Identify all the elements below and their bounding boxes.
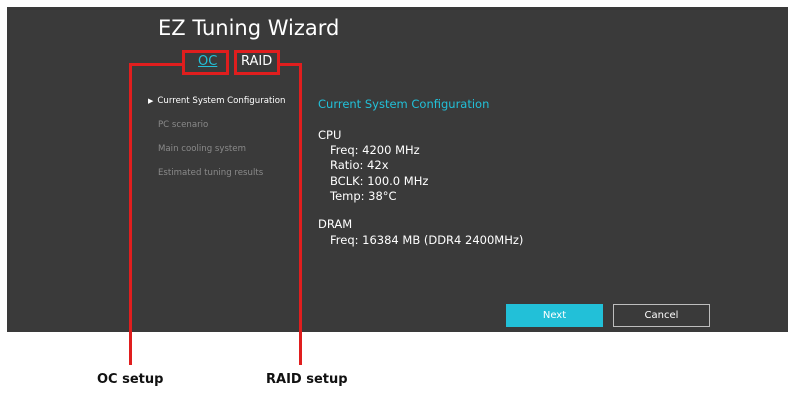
wizard-title: EZ Tuning Wizard — [158, 16, 340, 40]
step-current-system-configuration[interactable]: ▶ Current System Configuration — [148, 96, 285, 106]
step-label: Estimated tuning results — [158, 168, 264, 178]
raid-setup-callout-label: RAID setup — [266, 372, 348, 387]
raid-tab-highlight-box — [234, 50, 280, 75]
step-label: Current System Configuration — [157, 96, 286, 106]
cpu-temp: Temp: 38°C — [330, 189, 397, 203]
raid-callout-line-vertical — [299, 63, 302, 365]
step-main-cooling-system[interactable]: Main cooling system — [148, 144, 246, 154]
oc-callout-line-vertical — [129, 63, 132, 365]
current-step-arrow-icon: ▶ — [148, 97, 154, 105]
cpu-freq: Freq: 4200 MHz — [330, 143, 420, 157]
cpu-bclk: BCLK: 100.0 MHz — [330, 174, 429, 188]
system-configuration-panel: Current System Configuration — [318, 97, 489, 111]
step-label: PC scenario — [158, 120, 209, 130]
oc-setup-callout-label: OC setup — [97, 372, 164, 387]
cpu-heading: CPU — [318, 128, 342, 142]
section-title: Current System Configuration — [318, 97, 490, 111]
dram-heading: DRAM — [318, 217, 353, 231]
step-label: Main cooling system — [158, 144, 246, 154]
cancel-button[interactable]: Cancel — [613, 304, 710, 327]
dram-freq: Freq: 16384 MB (DDR4 2400MHz) — [330, 233, 524, 247]
step-estimated-tuning-results[interactable]: Estimated tuning results — [148, 168, 263, 178]
oc-callout-line-horizontal — [129, 63, 183, 66]
step-pc-scenario[interactable]: PC scenario — [148, 120, 208, 130]
ez-tuning-wizard-window — [7, 7, 788, 332]
next-button[interactable]: Next — [506, 304, 603, 327]
cpu-ratio: Ratio: 42x — [330, 158, 389, 172]
oc-tab-highlight-box — [182, 50, 229, 75]
